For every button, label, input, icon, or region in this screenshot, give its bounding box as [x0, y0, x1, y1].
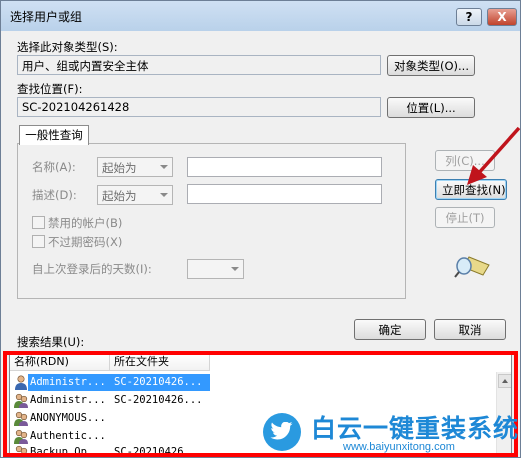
name-mode-select[interactable]: 起始为: [97, 157, 173, 177]
row-folder: SC-20210426...: [114, 446, 203, 457]
name-mode-value: 起始为: [102, 161, 137, 175]
row-name: Administr...: [30, 376, 106, 388]
days-since-logon-select[interactable]: [187, 259, 244, 279]
row-name: Backup Op...: [30, 446, 106, 457]
non-expiring-password-checkbox[interactable]: [32, 235, 45, 248]
help-button[interactable]: ?: [456, 8, 482, 26]
watermark-url: www.baiyunxitong.com: [343, 441, 455, 453]
location-label: 查找位置(F):: [17, 82, 83, 96]
twitter-bird-icon: [263, 413, 301, 451]
row-name: Authentic...: [30, 430, 106, 442]
close-button[interactable]: X: [487, 8, 517, 26]
row-folder: SC-20210426...: [114, 376, 203, 388]
locations-button[interactable]: 位置(L)...: [387, 97, 475, 118]
watermark: 白云一键重装系统 www.baiyunxitong.com: [263, 409, 519, 457]
row-folder: SC-20210426...: [114, 394, 203, 406]
scroll-up-button[interactable]: [498, 374, 511, 388]
help-icon: ?: [465, 10, 473, 24]
close-icon: X: [497, 10, 507, 24]
group-icon: [14, 393, 28, 408]
cancel-button[interactable]: 取消: [434, 319, 506, 340]
search-flashlight-icon: [454, 256, 490, 278]
annotation-arrow-icon: [467, 126, 521, 185]
stop-button[interactable]: 停止(T): [435, 207, 495, 228]
disabled-accounts-checkbox[interactable]: [32, 216, 45, 229]
chevron-up-icon: [502, 379, 508, 383]
ok-button[interactable]: 确定: [354, 319, 426, 340]
watermark-text: 白云一键重装系统: [311, 414, 520, 443]
title-bar: 选择用户或组 ? X: [1, 1, 520, 31]
chevron-down-icon: [160, 193, 168, 197]
column-header-name[interactable]: 名称(RDN): [10, 354, 110, 371]
row-name: Administr...: [30, 394, 106, 406]
group-icon: [14, 445, 28, 456]
disabled-accounts-label: 禁用的帐户(B): [48, 216, 123, 230]
column-header-folder[interactable]: 所在文件夹: [110, 354, 210, 371]
name-label: 名称(A):: [32, 160, 76, 174]
window-title: 选择用户或组: [10, 10, 83, 24]
description-mode-value: 起始为: [102, 189, 137, 203]
group-icon: [14, 411, 28, 426]
row-name: ANONYMOUS...: [30, 412, 106, 424]
user-icon: [15, 375, 27, 390]
object-type-field: 用户、组或内置安全主体: [17, 55, 381, 75]
search-results-label: 搜索结果(U):: [17, 335, 85, 349]
location-field: SC-202104261428: [17, 97, 381, 117]
description-input[interactable]: [187, 184, 382, 204]
group-icon: [14, 429, 28, 444]
description-label: 描述(D):: [32, 188, 77, 202]
chevron-down-icon: [231, 267, 239, 271]
table-row[interactable]: Administr... SC-20210426...: [10, 374, 310, 392]
chevron-down-icon: [160, 165, 168, 169]
tab-general-queries[interactable]: 一般性查询: [19, 125, 89, 145]
select-users-or-groups-dialog: 选择用户或组 ? X 选择此对象类型(S): 用户、组或内置安全主体 对象类型(…: [0, 0, 521, 458]
description-mode-select[interactable]: 起始为: [97, 185, 173, 205]
name-input[interactable]: [187, 157, 382, 177]
non-expiring-password-label: 不过期密码(X): [48, 235, 123, 249]
table-row[interactable]: Administr... SC-20210426...: [10, 392, 310, 410]
object-types-button[interactable]: 对象类型(O)...: [387, 55, 475, 76]
object-type-label: 选择此对象类型(S):: [17, 40, 118, 54]
days-since-logon-label: 自上次登录后的天数(I):: [32, 262, 152, 276]
